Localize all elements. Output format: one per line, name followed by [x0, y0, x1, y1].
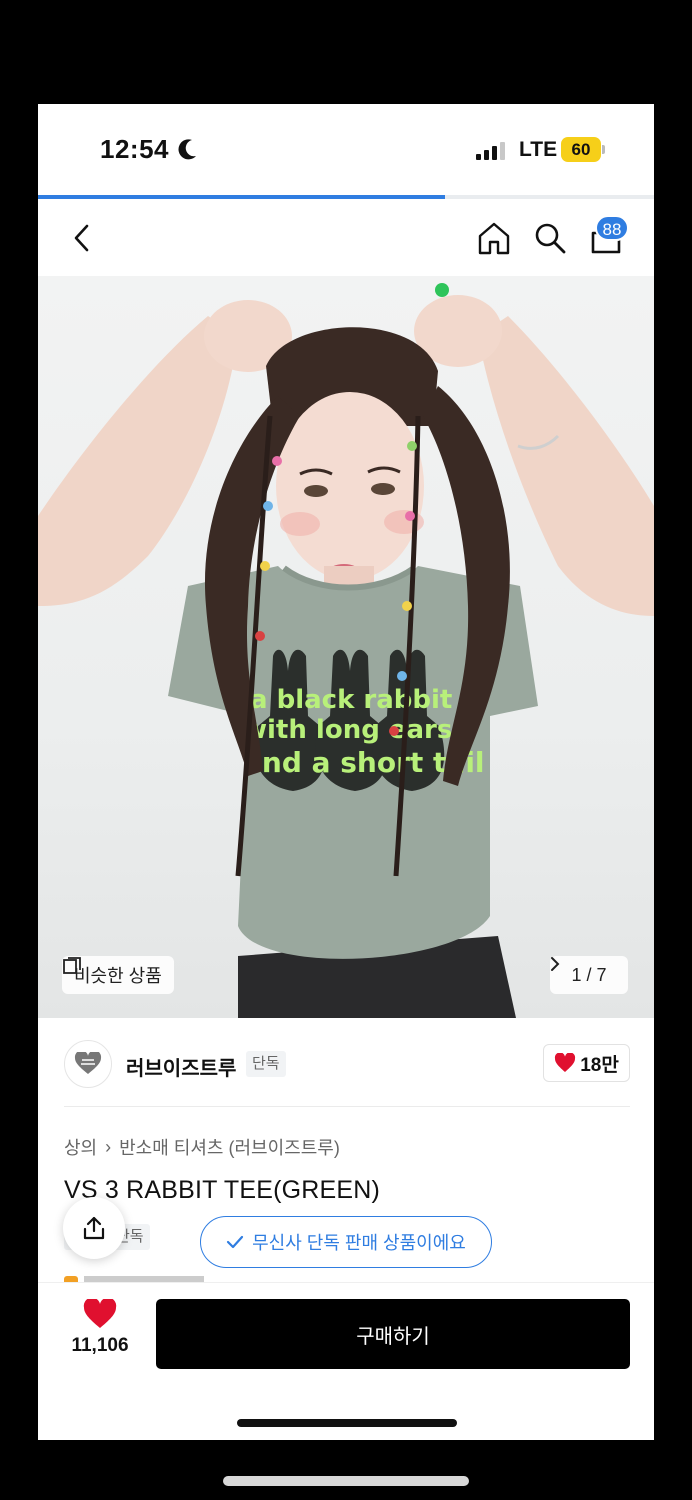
cart-count-badge: 88 — [595, 215, 629, 241]
brand-name[interactable]: 러브이즈트루 — [126, 1052, 236, 1081]
check-icon — [227, 1235, 244, 1249]
home-indicator[interactable] — [237, 1419, 457, 1427]
breadcrumb-item-top[interactable]: 상의 — [64, 1134, 97, 1160]
product-photo-illustration: a black rabbit with long ears and a shor… — [38, 283, 654, 1018]
similar-icon — [63, 957, 81, 974]
shirt-print-line-2: with long ears — [243, 715, 452, 745]
brand-like-button[interactable]: 18만 — [543, 1044, 630, 1082]
breadcrumb-separator: › — [105, 1136, 112, 1157]
brand-row: 러브이즈트루 단독 18만 — [38, 1018, 654, 1108]
exclusive-notice-text: 무신사 단독 판매 상품이에요 — [252, 1233, 466, 1253]
home-icon — [478, 222, 510, 255]
brand-like-count: 18만 — [580, 1054, 619, 1076]
section-divider — [64, 1106, 630, 1107]
similar-products-label: 비슷한 상품 — [74, 966, 162, 986]
wishlist-count: 11,106 — [71, 1335, 129, 1356]
back-button[interactable] — [62, 218, 102, 258]
product-image[interactable]: a black rabbit with long ears and a shor… — [38, 276, 654, 1018]
search-button[interactable] — [530, 218, 570, 258]
buy-button[interactable]: 구매하기 — [156, 1299, 630, 1369]
share-icon — [83, 1216, 105, 1240]
brand-logo[interactable] — [64, 1040, 112, 1088]
status-time: 12:54 — [100, 134, 169, 164]
outer-home-bar — [223, 1476, 469, 1486]
chevron-right-icon — [551, 957, 560, 971]
brand-exclusive-tag: 단독 — [246, 1051, 286, 1077]
phone-screen: 12:54 LTE 60 88 a black rabbit with long… — [38, 104, 654, 1440]
moon-icon — [178, 139, 196, 160]
network-type: LTE — [519, 138, 558, 161]
similar-products-button[interactable]: 비슷한 상품 — [62, 956, 174, 994]
category-breadcrumb: 상의 › 반소매 티셔츠 (러브이즈트루) — [64, 1134, 340, 1160]
page-load-progress — [38, 195, 654, 199]
battery-indicator: 60 — [561, 137, 605, 162]
search-icon — [535, 223, 566, 254]
bottom-action-bar: 11,106 구매하기 — [38, 1282, 654, 1440]
share-button[interactable] — [63, 1197, 125, 1259]
heart-icon — [555, 1053, 576, 1072]
heart-icon — [83, 1299, 117, 1328]
exclusive-sale-notice[interactable]: 무신사 단독 판매 상품이에요 — [200, 1216, 492, 1268]
page-load-progress-fill — [38, 195, 445, 199]
shirt-print-line-1: a black rabbit — [250, 685, 452, 715]
image-page-text: 1 / 7 — [571, 964, 607, 985]
product-title: VS 3 RABBIT TEE(GREEN) — [64, 1176, 381, 1204]
brand-heart-logo-icon — [74, 1052, 102, 1074]
battery-cap — [602, 145, 605, 154]
top-navigation — [38, 200, 654, 276]
image-page-indicator[interactable]: 1 / 7 — [550, 956, 628, 994]
status-bar: 12:54 LTE 60 — [38, 104, 654, 196]
home-button[interactable] — [474, 218, 514, 258]
breadcrumb-item-category[interactable]: 반소매 티셔츠 (러브이즈트루) — [119, 1134, 340, 1160]
back-icon — [74, 224, 89, 252]
wishlist-button[interactable]: 11,106 — [58, 1299, 142, 1367]
battery-level: 60 — [561, 137, 601, 162]
signal-icon — [476, 142, 505, 160]
